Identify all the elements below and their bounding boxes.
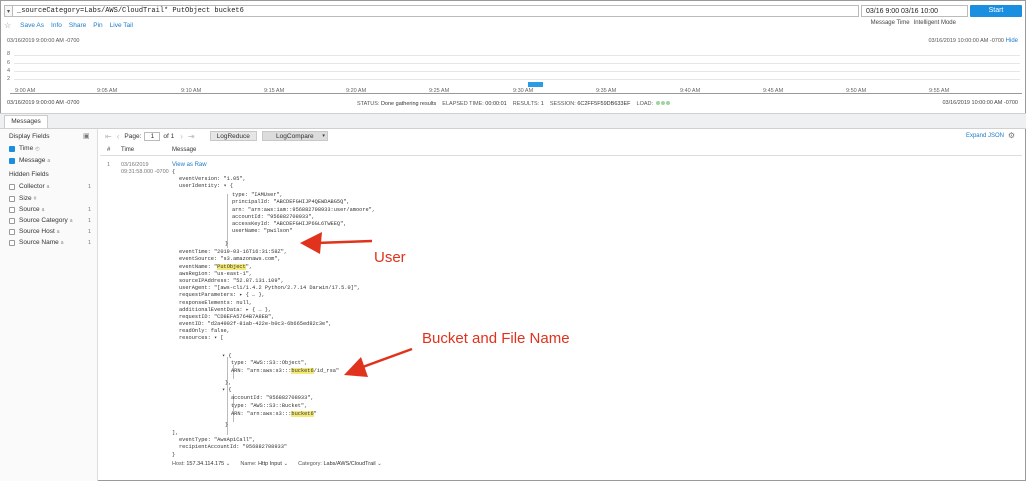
user-arrow (315, 239, 373, 245)
annotation-bucket: Bucket and File Name (422, 330, 570, 347)
annotation-arrows (300, 232, 413, 377)
bucket-arrowhead (344, 357, 368, 377)
annotation-user: User (374, 249, 406, 266)
bucket-arrow (359, 347, 413, 370)
user-arrowhead (300, 232, 322, 254)
